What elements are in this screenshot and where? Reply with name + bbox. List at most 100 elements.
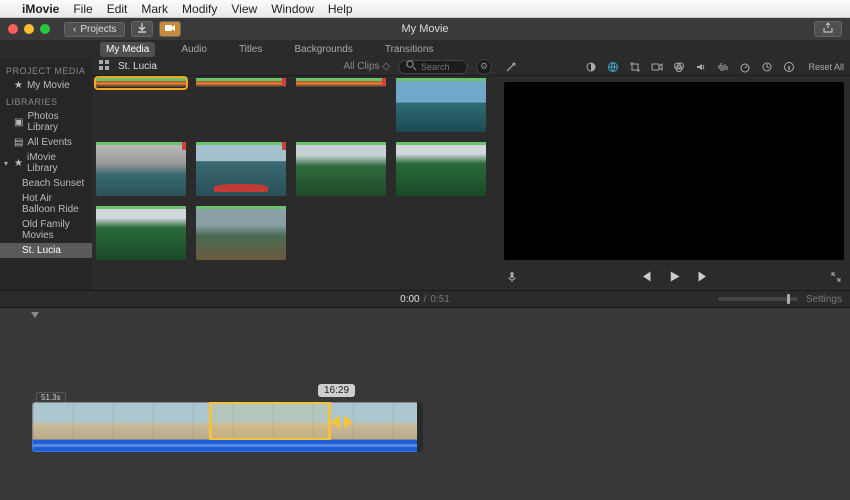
sidebar-heading-project: PROJECT MEDIA	[0, 62, 92, 78]
media-tabs: My Media Audio Titles Backgrounds Transi…	[0, 40, 850, 58]
media-thumbnail[interactable]	[96, 206, 186, 260]
import-button[interactable]	[131, 21, 153, 37]
share-icon	[822, 22, 834, 37]
media-thumbnail[interactable]	[296, 142, 386, 196]
trim-left-arrow-icon	[331, 415, 340, 429]
menu-mark[interactable]: Mark	[141, 2, 168, 16]
sidebar-events-label: All Events	[27, 137, 71, 148]
sidebar-photos-library[interactable]: ▣ Photos Library	[0, 109, 92, 135]
media-thumbnail[interactable]	[96, 78, 186, 88]
color-balance-icon[interactable]	[584, 60, 597, 73]
clip-video-track[interactable]	[32, 402, 420, 440]
selection-left-handle[interactable]	[209, 404, 212, 438]
tab-titles[interactable]: Titles	[233, 42, 269, 57]
timeline[interactable]: 16:29 51.3s	[0, 308, 850, 500]
star-icon: ★	[14, 158, 23, 169]
tab-backgrounds[interactable]: Backgrounds	[288, 42, 358, 57]
used-indicator	[296, 78, 386, 81]
media-thumbnail[interactable]	[96, 142, 186, 196]
zoom-window-button[interactable]	[40, 24, 50, 34]
media-thumbnail[interactable]	[196, 78, 286, 88]
used-indicator	[296, 142, 386, 145]
star-icon: ★	[14, 80, 23, 91]
playhead-marker[interactable]	[31, 312, 39, 318]
media-thumbnail[interactable]	[196, 142, 286, 196]
reset-all-button[interactable]: Reset All	[808, 62, 844, 72]
favorite-marker	[182, 142, 186, 150]
search-input[interactable]	[421, 62, 461, 72]
clip-end-handle[interactable]	[417, 402, 423, 452]
magic-wand-icon[interactable]	[504, 60, 517, 73]
timeline-clip[interactable]: 51.3s	[32, 402, 420, 452]
media-thumbnail[interactable]	[396, 78, 486, 132]
favorite-marker	[282, 78, 286, 86]
share-button[interactable]	[814, 21, 842, 37]
selection-range[interactable]	[209, 402, 331, 440]
app-menu[interactable]: iMovie	[22, 2, 59, 16]
used-indicator	[196, 206, 286, 209]
prev-frame-button[interactable]	[638, 269, 653, 287]
fullscreen-button[interactable]	[830, 271, 842, 286]
sidebar-all-events[interactable]: ▤ All Events	[0, 135, 92, 150]
viewer-toolbar: Reset All	[498, 58, 850, 76]
info-icon[interactable]	[782, 60, 795, 73]
timeline-zoom-slider[interactable]	[718, 297, 798, 301]
play-button[interactable]	[667, 269, 682, 287]
playback-controls	[498, 266, 850, 290]
noise-reduction-icon[interactable]	[716, 60, 729, 73]
search-input-wrap[interactable]	[398, 60, 468, 74]
viewer-canvas[interactable]	[504, 82, 844, 260]
speed-icon[interactable]	[738, 60, 751, 73]
back-to-projects-button[interactable]: ‹ Projects	[64, 22, 125, 37]
close-window-button[interactable]	[8, 24, 18, 34]
menu-file[interactable]: File	[73, 2, 92, 16]
menu-help[interactable]: Help	[328, 2, 353, 16]
voiceover-button[interactable]	[506, 271, 518, 286]
zoom-knob[interactable]	[787, 294, 790, 304]
sidebar-event-0[interactable]: Beach Sunset	[0, 176, 92, 191]
menu-window[interactable]: Window	[271, 2, 314, 16]
library-sidebar: PROJECT MEDIA ★ My Movie LIBRARIES ▣ Pho…	[0, 58, 92, 290]
preview-viewer: Reset All	[498, 58, 850, 290]
sidebar-heading-libraries: LIBRARIES	[0, 93, 92, 109]
browser-settings-button[interactable]: ⚙	[476, 59, 492, 75]
media-thumbnail[interactable]	[296, 78, 386, 88]
timeline-settings-button[interactable]: Settings	[806, 294, 842, 305]
used-indicator	[196, 142, 286, 145]
tab-audio[interactable]: Audio	[175, 42, 213, 57]
menu-edit[interactable]: Edit	[107, 2, 128, 16]
crop-icon[interactable]	[628, 60, 641, 73]
menu-modify[interactable]: Modify	[182, 2, 217, 16]
color-filter-icon[interactable]	[672, 60, 685, 73]
camera-icon	[164, 22, 176, 37]
sidebar-project-item[interactable]: ★ My Movie	[0, 78, 92, 93]
clip-audio-track[interactable]	[32, 440, 420, 452]
media-thumbnail[interactable]	[196, 206, 286, 260]
color-correction-icon[interactable]	[606, 60, 619, 73]
tab-my-media[interactable]: My Media	[100, 42, 155, 57]
grid-icon[interactable]	[98, 59, 110, 74]
media-browser: St. Lucia All Clips ◇ ⚙	[92, 58, 498, 290]
used-indicator	[96, 142, 186, 145]
menu-view[interactable]: View	[231, 2, 257, 16]
clip-filter-icon[interactable]	[760, 60, 773, 73]
tab-transitions[interactable]: Transitions	[379, 42, 440, 57]
sidebar-library-label: iMovie Library	[27, 152, 86, 174]
sidebar-project-label: My Movie	[27, 80, 70, 91]
used-indicator	[196, 78, 286, 81]
clips-filter-button[interactable]: All Clips ◇	[343, 61, 390, 72]
stabilize-icon[interactable]	[650, 60, 663, 73]
clips-filter-label: All Clips	[343, 61, 379, 72]
minimize-window-button[interactable]	[24, 24, 34, 34]
next-frame-button[interactable]	[696, 269, 711, 287]
sidebar-event-2[interactable]: Old Family Movies	[0, 217, 92, 243]
trim-arrows[interactable]	[331, 415, 353, 429]
sidebar-imovie-library[interactable]: ★ iMovie Library	[0, 150, 92, 176]
volume-icon[interactable]	[694, 60, 707, 73]
sidebar-event-1[interactable]: Hot Air Balloon Ride	[0, 191, 92, 217]
traffic-lights	[8, 24, 50, 34]
calendar-icon: ▤	[14, 137, 23, 148]
media-thumbnail[interactable]	[396, 142, 486, 196]
sidebar-event-3[interactable]: St. Lucia	[0, 243, 92, 258]
record-button[interactable]	[159, 21, 181, 37]
